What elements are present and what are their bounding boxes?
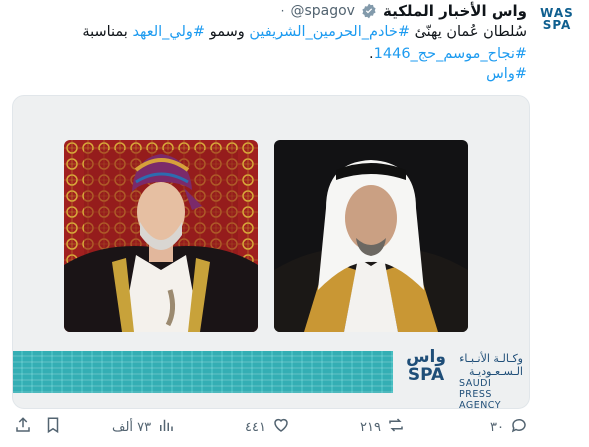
bookmark-button[interactable]: [44, 414, 62, 440]
views-button[interactable]: ٧٣ ألف: [112, 414, 175, 440]
views-count: ٧٣ ألف: [112, 419, 152, 435]
share-button[interactable]: [14, 414, 32, 440]
views-icon: [157, 416, 175, 438]
tweet-text-line-2: #نجاح_موسم_حج_1446.: [369, 44, 527, 64]
reply-icon: [510, 416, 528, 438]
logo-english-line-1: SAUDI PRESS: [459, 378, 492, 400]
accent-pattern-bar: [13, 351, 393, 393]
tweet-header: · @spagov واس الأخبار الملكية: [281, 0, 527, 22]
retweet-button[interactable]: ٢١٩: [360, 414, 405, 440]
logo-mark-arabic: واس: [406, 347, 446, 367]
logo-arabic-line-1: وكـالـة الأنـبـاء: [459, 352, 523, 365]
share-icon: [14, 416, 32, 438]
heart-icon: [272, 416, 290, 438]
portrait-photo-left: [64, 140, 258, 332]
spa-logo-text: وكـالـة الأنـبـاء الـسـعـوديـة SAUDI PRE…: [459, 352, 523, 409]
like-button[interactable]: ٤٤١: [245, 414, 290, 440]
avatar-text-bottom: SPA: [542, 18, 572, 32]
verified-badge-icon: [361, 3, 377, 19]
tweet-text: وسمو: [209, 24, 245, 40]
logo-english-line-2: AGENCY: [459, 400, 502, 409]
tweet-action-bar: ٧٣ ألف ٤٤١ ٢١٩ ٣٠: [0, 414, 589, 440]
tweet-text-line-1: سُلطان عُمان يهنّئ #خادم_الحرمين_الشريفي…: [82, 22, 527, 42]
tweet-text: سُلطان عُمان يهنّئ: [414, 24, 527, 40]
hashtag-link[interactable]: #خادم_الحرمين_الشريفين: [249, 24, 410, 40]
logo-arabic-line-2: الـسـعـوديـة: [469, 365, 523, 378]
portrait-photo-right: [274, 140, 468, 332]
reply-button[interactable]: ٣٠: [490, 414, 528, 440]
spa-logo-mark: واس SPA: [399, 348, 453, 388]
hashtag-link[interactable]: #واس: [486, 66, 527, 82]
bookmark-icon: [44, 416, 62, 438]
header-separator: ·: [280, 4, 285, 18]
tweet-text-line-3: #واس: [486, 64, 527, 84]
retweets-count: ٢١٩: [360, 419, 381, 435]
hashtag-link[interactable]: #ولي_العهد: [132, 24, 205, 40]
tweet-media-image[interactable]: واس SPA وكـالـة الأنـبـاء الـسـعـوديـة S…: [12, 95, 530, 409]
account-handle[interactable]: @spagov: [290, 3, 355, 19]
account-avatar[interactable]: WAS SPA: [537, 4, 577, 34]
retweet-icon: [387, 416, 405, 438]
likes-count: ٤٤١: [245, 419, 266, 435]
tweet-text: بمناسبة: [82, 24, 128, 40]
replies-count: ٣٠: [490, 419, 504, 435]
account-name[interactable]: واس الأخبار الملكية: [383, 2, 527, 20]
logo-mark-latin: SPA: [407, 365, 445, 385]
hashtag-link[interactable]: #نجاح_موسم_حج_1446: [374, 46, 527, 62]
